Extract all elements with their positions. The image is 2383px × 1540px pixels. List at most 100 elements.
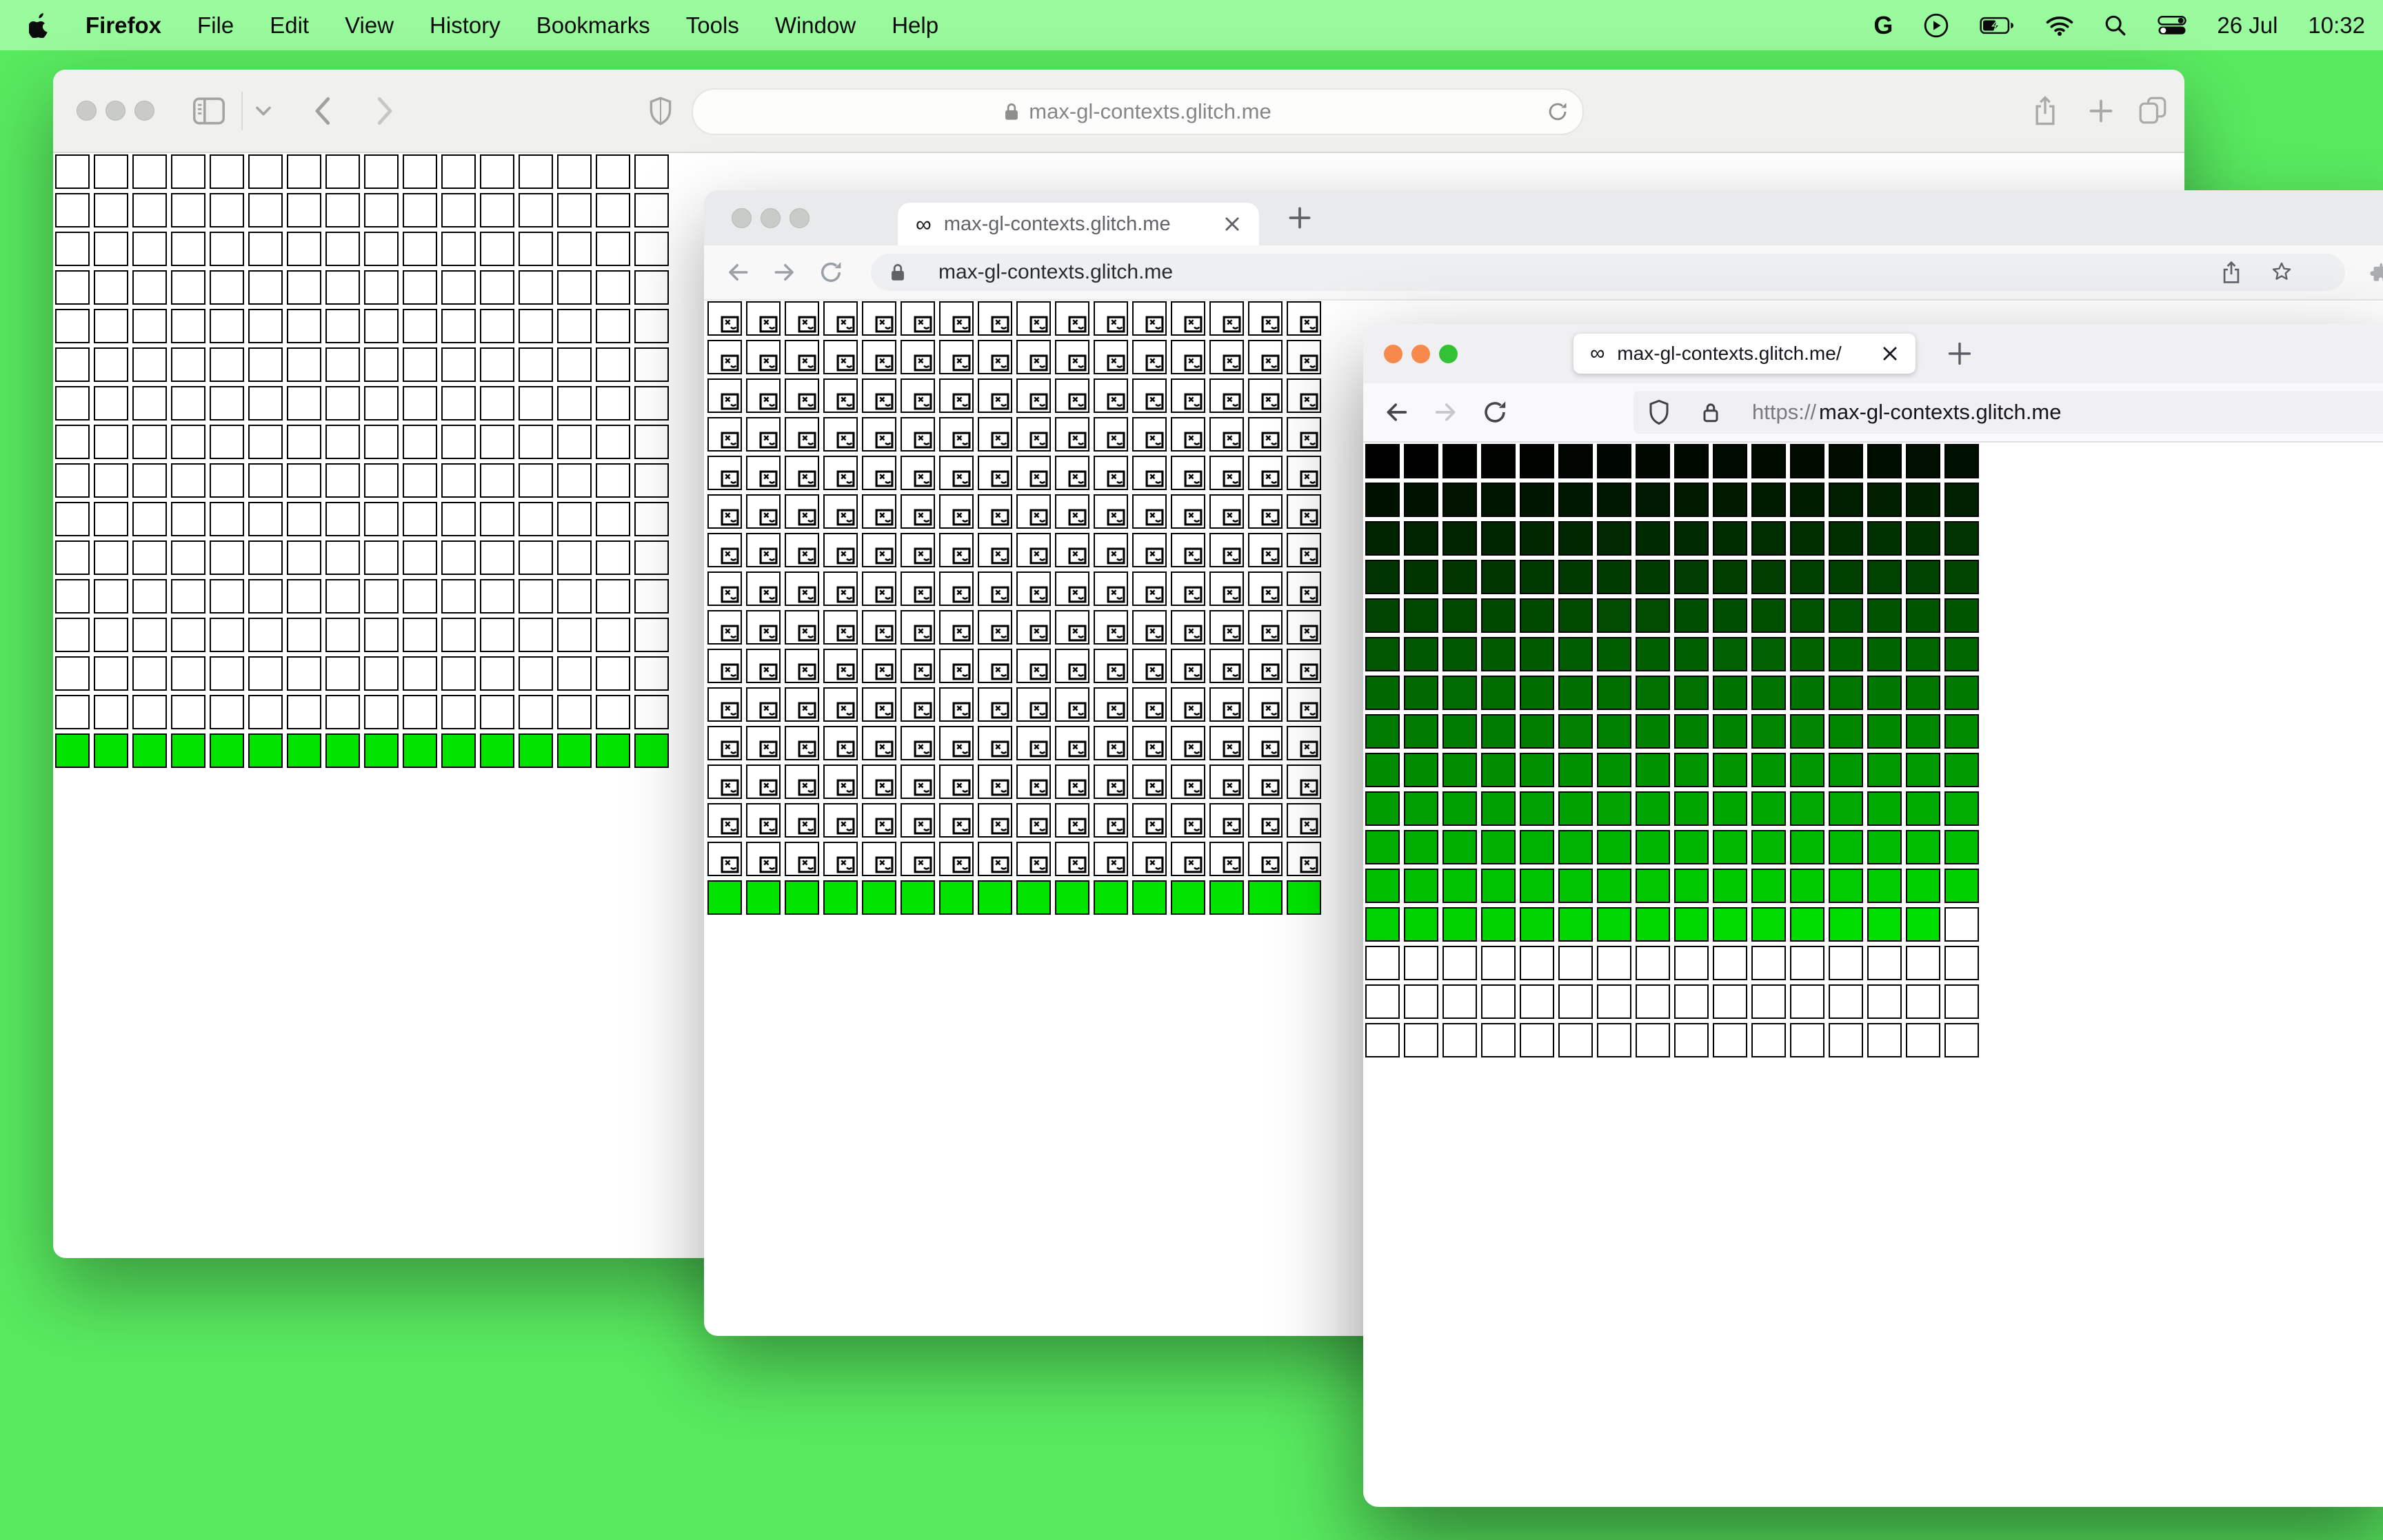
menu-app-name[interactable]: Firefox [86,12,161,39]
broken-image-cell [1016,301,1051,336]
canvas-cell [287,154,321,189]
zoom-button[interactable] [134,101,154,121]
canvas-cell [1751,869,1786,903]
bookmark-star-icon[interactable] [2271,261,2293,283]
canvas-cell [1867,637,1902,671]
reload-button[interactable] [1482,399,1508,425]
apple-icon[interactable] [29,12,50,38]
tab-close-icon[interactable] [1881,345,1899,363]
broken-image-cell [901,571,935,606]
menu-item-tools[interactable]: Tools [686,12,739,39]
broken-image-cell [901,880,935,915]
broken-image-cell [901,764,935,799]
back-button[interactable] [725,259,751,285]
address-bar[interactable]: max-gl-contexts.glitch.me [692,88,1584,135]
url-text: max-gl-contexts.glitch.me [1029,99,1271,123]
broken-image-cell [823,649,858,683]
broken-image-cell [746,417,781,452]
canvas-cell [210,232,244,266]
canvas-cell [55,347,90,382]
control-center-icon[interactable] [2158,15,2187,36]
minimize-button[interactable] [1411,344,1430,363]
zoom-button[interactable] [790,207,810,228]
sidebar-icon[interactable] [193,97,225,125]
forward-button[interactable] [1432,398,1460,426]
firefox-canvas-grid [1365,444,1979,1057]
extensions-puzzle-icon[interactable] [2370,261,2383,284]
new-tab-plus-icon[interactable] [1288,206,1311,230]
minimize-button[interactable] [105,101,125,121]
menu-item-bookmarks[interactable]: Bookmarks [536,12,650,39]
privacy-shield-icon[interactable] [649,96,672,126]
close-button[interactable] [732,207,752,228]
canvas-cell [441,154,476,189]
canvas-cell [596,425,630,459]
canvas-cell [287,579,321,614]
canvas-cell [1636,830,1670,864]
zoom-button[interactable] [1439,344,1458,363]
canvas-cell [364,193,399,227]
chevron-down-icon[interactable] [255,105,272,116]
share-icon[interactable] [2033,96,2057,126]
wifi-icon[interactable] [2046,15,2073,36]
broken-image-cell [1055,687,1089,722]
broken-image-cell [1287,649,1321,683]
broken-image-cell [1094,726,1128,760]
menu-item-edit[interactable]: Edit [270,12,309,39]
spotlight-search-icon[interactable] [2104,14,2127,37]
battery-icon[interactable] [1980,17,2015,34]
chrome-active-tab[interactable]: ∞ max-gl-contexts.glitch.me [898,203,1259,245]
tracking-shield-icon[interactable] [1649,399,1669,425]
canvas-cell [1906,637,1940,671]
new-tab-plus-icon[interactable] [1947,341,1972,366]
canvas-cell [1829,598,1863,633]
canvas-cell [403,540,437,575]
toolbar-divider [241,91,243,130]
firefox-active-tab[interactable]: ∞ max-gl-contexts.glitch.me/ [1573,334,1916,374]
play-circle-icon[interactable] [1923,12,1949,39]
menu-items: File Edit View History Bookmarks Tools Window H… [197,12,938,39]
menu-item-help[interactable]: Help [892,12,938,39]
menu-item-history[interactable]: History [430,12,501,39]
broken-image-cell [1171,494,1205,529]
broken-image-cell [746,301,781,336]
share-icon[interactable] [2221,261,2242,285]
menu-item-view[interactable]: View [345,12,394,39]
close-button[interactable] [77,101,97,121]
menu-item-window[interactable]: Window [775,12,856,39]
canvas-cell [1481,444,1516,478]
canvas-cell [1597,830,1631,864]
canvas-cell [1597,444,1631,478]
menu-time[interactable]: 10:32 [2308,12,2365,39]
broken-image-cell [1055,571,1089,606]
omnibox[interactable]: max-gl-contexts.glitch.me [871,254,2345,291]
minimize-button[interactable] [761,207,781,228]
forward-button[interactable] [376,97,394,125]
canvas-cell [287,656,321,691]
broken-image-cell [939,842,974,876]
canvas-cell [325,347,360,382]
reload-icon[interactable] [1547,101,1569,123]
menu-item-file[interactable]: File [197,12,234,39]
close-button[interactable] [1384,344,1402,363]
canvas-cell [132,579,167,614]
address-bar[interactable]: https:// max-gl-contexts.glitch.me [1633,391,2383,434]
back-button[interactable] [1382,398,1410,426]
canvas-cell [596,386,630,421]
canvas-cell [132,386,167,421]
forward-button[interactable] [772,259,798,285]
tab-overview-icon[interactable] [2138,96,2167,125]
canvas-cell [55,425,90,459]
canvas-cell [287,502,321,536]
back-button[interactable] [313,97,331,125]
broken-image-cell [1055,494,1089,529]
tab-close-icon[interactable] [1223,215,1241,233]
google-menu-icon[interactable]: G [1873,11,1893,40]
lock-icon[interactable] [1702,402,1719,423]
broken-image-cell [1209,880,1244,915]
reload-button[interactable] [818,260,843,285]
broken-image-cell [1132,803,1167,838]
broken-image-cell [862,649,896,683]
new-tab-plus-icon[interactable] [2089,99,2113,123]
menu-date[interactable]: 26 Jul [2217,12,2278,39]
